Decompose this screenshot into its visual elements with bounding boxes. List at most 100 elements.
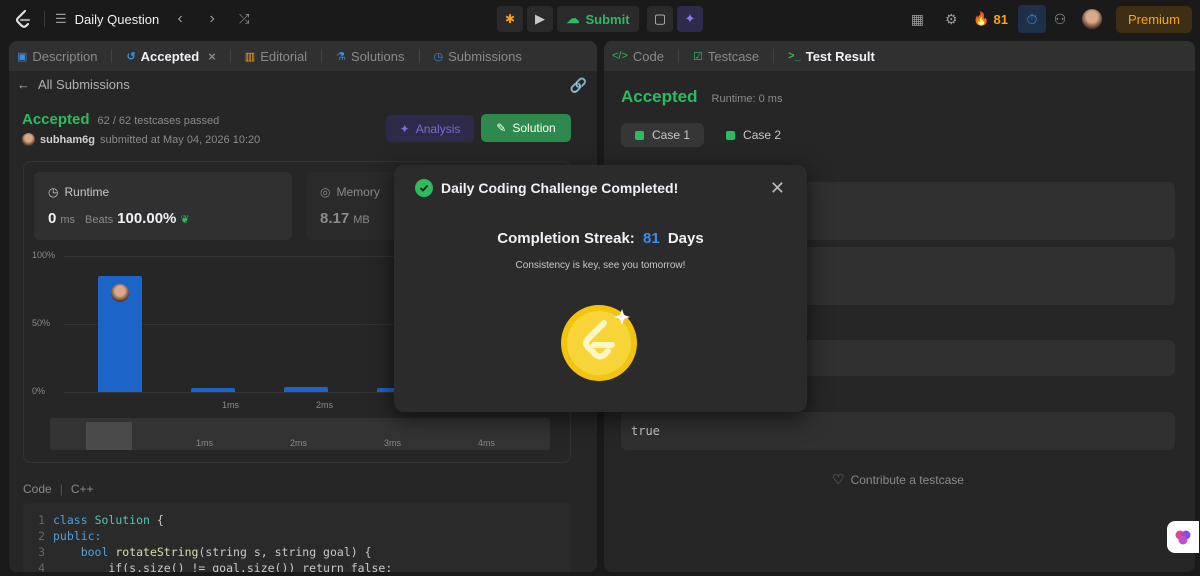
tab-submissions[interactable]: ◷ Submissions — [434, 49, 522, 64]
code-token: if(s.size() != goal.size()) return false… — [53, 561, 393, 572]
divider — [321, 49, 323, 63]
ai-assist-button[interactable]: ✦ — [677, 6, 703, 32]
x-tick-label: 2ms — [316, 400, 334, 410]
code-line: 3 bool rotateString (string s, string goa… — [23, 545, 571, 561]
result-status: Accepted — [621, 87, 698, 106]
tab-solutions[interactable]: ⚗ Solutions — [336, 49, 404, 64]
chart-bar[interactable] — [191, 387, 235, 392]
line-number: 2 — [38, 529, 45, 543]
premium-button[interactable]: Premium — [1115, 5, 1192, 33]
shuffle-icon[interactable]: ⤮ — [233, 11, 255, 27]
tab-code[interactable]: </> Code — [612, 49, 664, 64]
expected-block: true — [621, 412, 1175, 450]
description-icon: ▣ — [17, 50, 28, 63]
heart-icon: ♡ — [832, 471, 845, 487]
tab-description[interactable]: ▣ Description — [17, 49, 97, 64]
y-tick-label: 100% — [32, 250, 56, 260]
avatar — [111, 284, 129, 303]
line-number: 3 — [38, 545, 45, 559]
submission-status: Accepted 62 / 62 testcases passed — [22, 111, 219, 128]
range-selector[interactable]: 1ms 2ms 3ms 4ms — [50, 418, 550, 450]
analysis-button[interactable]: ✦ Analysis — [386, 115, 474, 142]
user-avatar[interactable] — [1081, 9, 1102, 29]
debug-button[interactable]: ✱ — [497, 6, 523, 32]
tab-testcase-label: Testcase — [707, 48, 760, 64]
code-label: Code — [23, 482, 52, 496]
leetcode-coin-icon — [560, 301, 642, 383]
streak-value: 81 — [642, 230, 660, 247]
problem-list-button[interactable]: ☰ Daily Question — [55, 11, 159, 27]
leetcode-logo-icon[interactable] — [12, 8, 34, 30]
code-token: { — [149, 513, 164, 527]
solution-button[interactable]: ✎ Solution — [481, 114, 571, 142]
notes-button[interactable]: ▢ — [647, 6, 673, 32]
all-submissions-label: All Submissions — [38, 77, 130, 92]
chart-bar[interactable] — [98, 276, 142, 392]
list-icon: ☰ — [55, 11, 67, 26]
share-link-icon[interactable]: 🔗 — [570, 77, 587, 94]
checkbox-icon: ☑ — [692, 50, 703, 63]
divider — [418, 49, 420, 63]
prev-question-icon[interactable]: ‹ — [169, 10, 191, 28]
modal-subtitle: Consistency is key, see you tomorrow! — [515, 260, 686, 271]
divider: | — [59, 482, 63, 496]
chip-icon: ◎ — [320, 185, 331, 199]
ai-brain-icon[interactable] — [1167, 521, 1199, 553]
code-line: 2 public: — [23, 529, 571, 545]
divider — [229, 49, 231, 63]
add-friend-icon[interactable]: ⚇ — [1046, 5, 1074, 33]
modal-title: Daily Coding Challenge Completed! — [441, 180, 679, 196]
chart-bar[interactable] — [284, 386, 328, 392]
back-to-submissions[interactable]: ← All Submissions — [17, 77, 130, 92]
tab-testcase[interactable]: ☑ Testcase — [693, 49, 759, 64]
streak-suffix: Days — [667, 230, 704, 247]
username[interactable]: subham6g — [40, 134, 95, 146]
case-tab[interactable]: Case 1 — [621, 123, 705, 147]
leaf-icon: ❦ — [180, 214, 190, 226]
streak-counter[interactable]: 🔥 81 — [973, 11, 1008, 27]
case-label: Case 1 — [652, 128, 691, 142]
timer-icon[interactable]: ⏱ — [1017, 5, 1046, 33]
divider — [111, 49, 113, 63]
runtime-value: 0 — [48, 210, 57, 227]
line-number: 4 — [38, 561, 45, 572]
run-button[interactable]: ▶ — [527, 6, 553, 32]
testcases-passed: 62 / 62 testcases passed — [97, 115, 220, 127]
play-icon: ▶ — [535, 11, 545, 26]
contribute-testcase-link[interactable]: ♡ Contribute a testcase — [832, 471, 964, 488]
top-bar: ☰ Daily Question ‹ › ⤮ ✱ ▶ ☁ Submit ▢ ✦ … — [0, 0, 1200, 38]
case-tab[interactable]: Case 2 — [712, 123, 795, 147]
line-number: 1 — [38, 513, 45, 527]
range-handle[interactable] — [86, 422, 132, 450]
submit-button[interactable]: ☁ Submit — [557, 6, 639, 32]
tab-editorial[interactable]: ▥ Editorial — [245, 49, 307, 64]
close-tab-icon[interactable]: × — [208, 49, 216, 64]
left-tab-bar: ▣ Description ↺ Accepted × ▥ Editorial ⚗ Solu… — [9, 41, 597, 71]
divider — [677, 49, 679, 63]
tab-accepted-label: Accepted — [140, 48, 200, 64]
close-icon[interactable]: ✕ — [770, 178, 785, 199]
memory-label: Memory — [336, 185, 380, 199]
result-runtime: Runtime: 0 ms — [711, 93, 783, 105]
code-token: (string s, string goal) { — [198, 545, 372, 559]
code-token: class — [53, 513, 88, 527]
tab-test-result[interactable]: >_ Test Result — [788, 49, 875, 64]
code-viewer[interactable]: 1 class Solution { 2 public: 3 bool rota… — [23, 503, 571, 572]
code-language: C++ — [70, 482, 94, 496]
pass-dot-icon — [635, 130, 644, 140]
arrow-left-icon: ← — [17, 77, 30, 92]
cloud-upload-icon: ☁ — [566, 11, 580, 26]
sparkle-icon: ✦ — [399, 121, 410, 136]
mini-tick-label: 3ms — [384, 438, 402, 448]
edit-icon: ✎ — [496, 121, 507, 135]
runtime-card[interactable]: ◷ Runtime 0 ms Beats 100.00% ❦ — [34, 172, 292, 240]
code-line: 1 class Solution { — [23, 513, 571, 529]
layout-grid-icon[interactable]: ▦ — [903, 5, 931, 33]
settings-gear-icon[interactable]: ⚙ — [937, 5, 965, 33]
runtime-unit: ms — [60, 214, 76, 226]
terminal-icon: >_ — [788, 50, 801, 62]
next-question-icon[interactable]: › — [201, 10, 223, 28]
tab-accepted[interactable]: ↺ Accepted × — [126, 49, 215, 64]
